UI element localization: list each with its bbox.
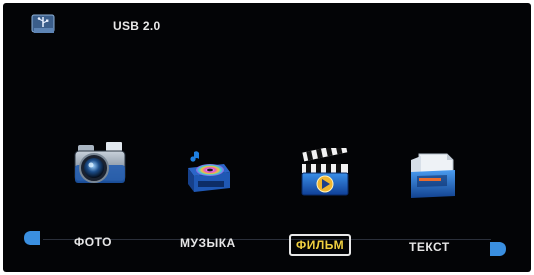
arrow-left-icon[interactable] [22, 229, 42, 247]
music-icon[interactable] [184, 150, 232, 194]
menu-item-photo[interactable]: ФОТО [74, 235, 112, 249]
camera-icon[interactable] [72, 137, 130, 191]
menu-item-text[interactable]: ТЕКСТ [409, 240, 450, 254]
clapperboard-icon[interactable] [298, 148, 354, 196]
menu-item-film[interactable]: ФИЛЬМ [289, 234, 352, 256]
device-label: USB 2.0 [113, 19, 161, 33]
menu-item-music[interactable]: МУЗЫКА [180, 236, 236, 250]
arrow-right-icon[interactable] [488, 240, 508, 258]
usb-icon [31, 14, 55, 33]
media-player-screen: USB 2.0 ФОТО МУЗЫКА ФИЛЬМ ТЕКСТ [3, 3, 531, 272]
top-bar: USB 2.0 [3, 3, 531, 51]
document-folder-icon[interactable] [407, 152, 459, 200]
